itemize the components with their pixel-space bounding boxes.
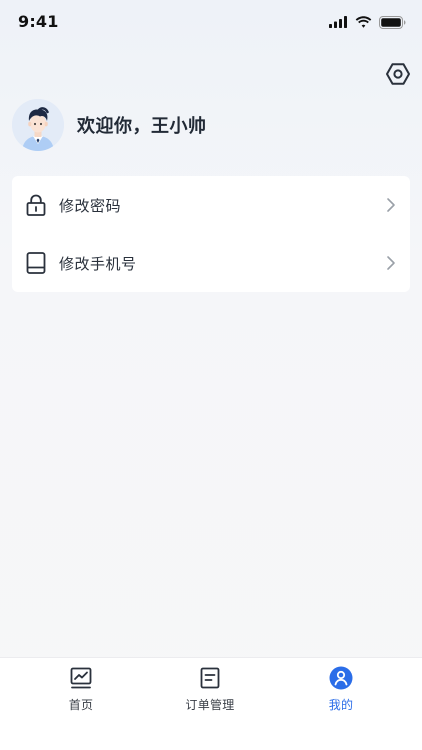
battery-icon [379, 15, 406, 29]
avatar[interactable] [12, 99, 64, 151]
account-menu-card: 修改密码 修改手机号 [12, 176, 410, 292]
tab-label: 首页 [68, 698, 94, 712]
greeting-text: 欢迎你，王小帅 [77, 116, 207, 137]
chart-icon [70, 667, 92, 689]
profile-header: 欢迎你，王小帅 [12, 98, 207, 152]
phone-icon [26, 252, 46, 274]
chevron-right-icon [387, 198, 395, 212]
bottom-tab-bar: 首页 订单管理 我的 [0, 657, 422, 750]
status-bar: 9:41 [0, 0, 422, 44]
menu-label: 修改手机号 [59, 255, 137, 273]
menu-label: 修改密码 [59, 197, 122, 215]
signal-icon [329, 16, 347, 28]
chevron-right-icon [387, 256, 395, 270]
menu-item-change-phone[interactable]: 修改手机号 [12, 234, 410, 292]
menu-item-change-password[interactable]: 修改密码 [12, 176, 410, 234]
tab-mine[interactable]: 我的 [291, 666, 391, 716]
tab-label: 订单管理 [185, 698, 235, 712]
tab-home[interactable]: 首页 [31, 666, 131, 716]
wifi-icon [355, 16, 372, 28]
status-icons [329, 15, 406, 29]
settings-hex-icon [386, 63, 410, 85]
document-icon [200, 667, 220, 689]
status-time: 9:41 [18, 12, 59, 31]
tab-label: 我的 [328, 698, 354, 712]
settings-button[interactable] [384, 60, 412, 88]
user-avatar-icon [12, 99, 64, 151]
tab-orders[interactable]: 订单管理 [160, 666, 260, 716]
user-circle-icon [329, 666, 353, 690]
lock-icon [26, 194, 46, 216]
